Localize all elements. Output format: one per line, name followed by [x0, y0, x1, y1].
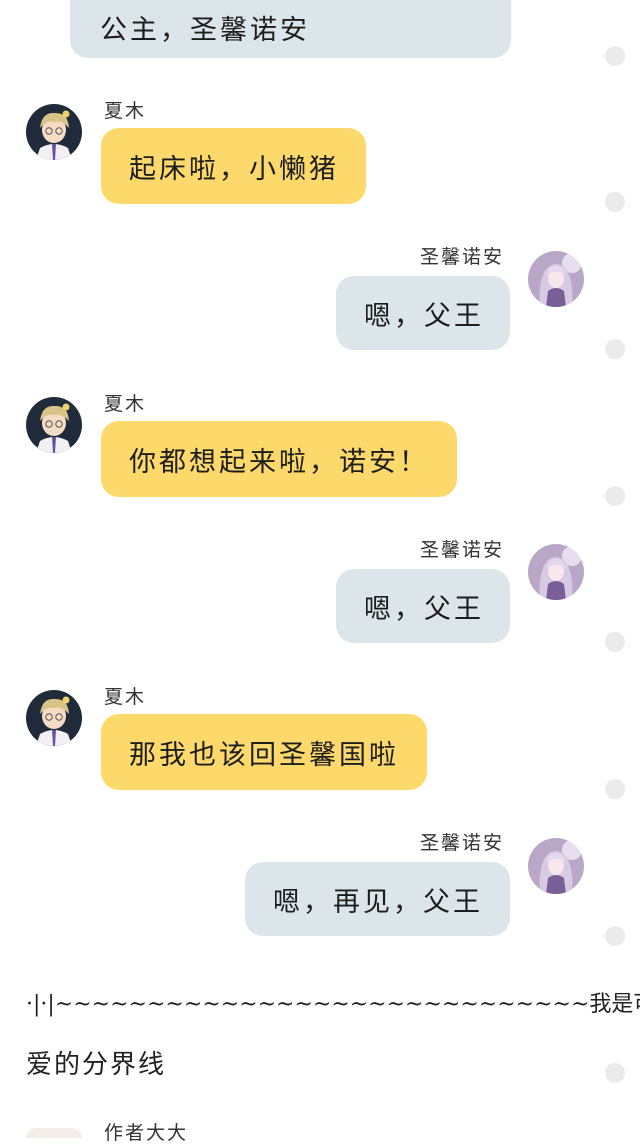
boy-avatar[interactable]	[26, 690, 82, 746]
message-bubble-left[interactable]: 那我也该回圣馨国啦	[101, 714, 427, 790]
message-bubble-right[interactable]: 嗯，再见，父王	[245, 862, 510, 936]
message-text: 你都想起来啦，诺安！	[129, 446, 429, 478]
boy-avatar[interactable]	[26, 1128, 82, 1138]
girl-avatar[interactable]	[528, 838, 584, 894]
select-circle-icon[interactable]	[605, 632, 625, 652]
message-bubble-right[interactable]: 嗯，父王	[336, 569, 510, 643]
message-text: 嗯，再见，父王	[273, 886, 483, 918]
select-circle-icon[interactable]	[605, 486, 625, 506]
message-text: 嗯，父王	[364, 300, 484, 332]
girl-avatar[interactable]	[528, 251, 584, 307]
message-bubble-left[interactable]: 起床啦，小懒猪	[101, 128, 366, 204]
boy-avatar[interactable]	[26, 397, 82, 453]
message-text: 嗯，父王	[364, 593, 484, 625]
message-text: 那我也该回圣馨国啦	[129, 739, 399, 771]
message-text: 起床啦，小懒猪	[129, 153, 339, 185]
select-circle-icon[interactable]	[605, 339, 625, 359]
divider-line-2: 爱的分界线	[26, 1050, 167, 1080]
girl-avatar[interactable]	[528, 544, 584, 600]
select-circle-icon[interactable]	[605, 779, 625, 799]
sender-name: 圣馨诺安	[420, 539, 505, 561]
select-circle-icon[interactable]	[605, 46, 625, 66]
select-circle-icon[interactable]	[605, 192, 625, 212]
message-bubble-right[interactable]: 公主，圣馨诺安	[70, 0, 511, 58]
sender-name: 圣馨诺安	[420, 246, 505, 268]
sender-name: 圣馨诺安	[420, 832, 505, 854]
boy-avatar[interactable]	[26, 104, 82, 160]
sender-name: 夏木	[104, 393, 147, 415]
sender-name: 夏木	[104, 100, 147, 122]
select-circle-icon[interactable]	[605, 1063, 625, 1083]
message-bubble-left[interactable]: 你都想起来啦，诺安！	[101, 421, 457, 497]
select-circle-icon[interactable]	[605, 926, 625, 946]
sender-name: 作者大大	[104, 1122, 189, 1144]
divider-line-1: ·|·|~~~~~~~~~~~~~~~~~~~~~~~~~~~~~我是可	[26, 992, 640, 1017]
message-text: 公主，圣馨诺安	[100, 14, 310, 46]
sender-name: 夏木	[104, 686, 147, 708]
message-bubble-right[interactable]: 嗯，父王	[336, 276, 510, 350]
